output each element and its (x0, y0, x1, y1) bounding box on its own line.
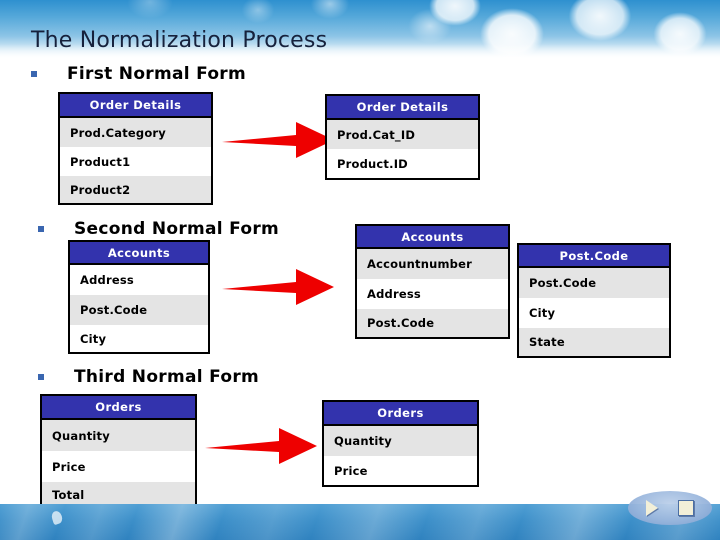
table-row: Post.Code (70, 295, 208, 325)
table-row: Prod.Category (60, 118, 211, 147)
table-header: Orders (324, 402, 477, 426)
bullet-dot-icon (31, 71, 37, 77)
table-row: Quantity (324, 426, 477, 456)
table-row: Product1 (60, 147, 211, 176)
table-postcode[interactable]: Post.Code Post.Code City State (517, 243, 671, 358)
bullet-dot-icon (38, 226, 44, 232)
play-icon (646, 500, 658, 516)
bullet-second-normal-form: Second Normal Form (38, 219, 279, 239)
bullet-third-normal-form: Third Normal Form (38, 367, 259, 387)
bullet-label: Third Normal Form (74, 367, 260, 387)
table-row: Address (357, 279, 508, 309)
table-row: Address (70, 265, 208, 295)
table-header: Post.Code (519, 245, 669, 268)
table-accounts-before[interactable]: Accounts Address Post.Code City (68, 240, 210, 354)
table-orders-before[interactable]: Orders Quantity Price Total (40, 394, 197, 510)
stop-button[interactable] (676, 498, 696, 518)
table-row: Accountnumber (357, 249, 508, 279)
table-row: State (519, 328, 669, 356)
table-accounts-after[interactable]: Accounts Accountnumber Address Post.Code (355, 224, 510, 339)
bullet-first-normal-form: First Normal Form (31, 64, 246, 84)
table-row: Post.Code (357, 309, 508, 337)
table-order-details-before[interactable]: Order Details Prod.Category Product1 Pro… (58, 92, 213, 205)
table-header: Orders (42, 396, 195, 420)
table-header: Order Details (60, 94, 211, 118)
footer-highlight (50, 509, 64, 526)
table-row: Price (324, 456, 477, 485)
transform-arrow-2 (222, 269, 334, 305)
table-row: Post.Code (519, 268, 669, 298)
controls-backdrop (628, 491, 712, 525)
bullet-label: Second Normal Form (74, 219, 280, 239)
slideshow-controls (628, 489, 712, 529)
table-order-details-after[interactable]: Order Details Prod.Cat_ID Product.ID (325, 94, 480, 180)
table-row: City (519, 298, 669, 328)
table-row: Quantity (42, 420, 195, 451)
play-button[interactable] (642, 498, 662, 518)
table-header: Order Details (327, 96, 478, 120)
bullet-dot-icon (38, 374, 44, 380)
footer-background (0, 504, 720, 540)
table-row: City (70, 325, 208, 352)
table-header: Accounts (357, 226, 508, 249)
table-header: Accounts (70, 242, 208, 265)
slide-canvas: The Normalization Process First Normal F… (0, 0, 720, 540)
table-orders-after[interactable]: Orders Quantity Price (322, 400, 479, 487)
table-row: Price (42, 451, 195, 482)
table-row: Product2 (60, 176, 211, 203)
transform-arrow-1 (222, 122, 334, 158)
page-title: The Normalization Process (31, 28, 328, 53)
transform-arrow-3 (205, 428, 317, 464)
stop-icon (678, 500, 694, 516)
bullet-label: First Normal Form (67, 64, 247, 84)
table-row: Product.ID (327, 149, 478, 178)
table-row: Prod.Cat_ID (327, 120, 478, 149)
